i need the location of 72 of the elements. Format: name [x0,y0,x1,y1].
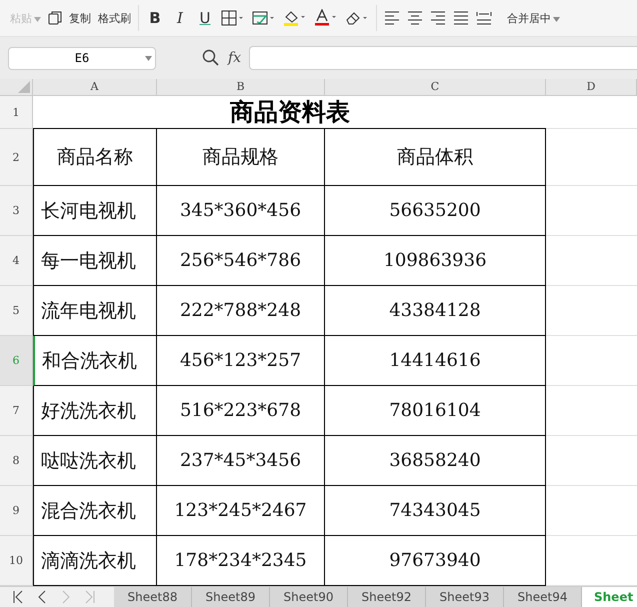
table-cell: 222*788*248 [157,286,325,336]
table-cell: 36858240 [325,436,546,486]
table-cell: 每一电视机 [33,236,157,286]
table-cell: 和合洗衣机 [33,336,157,386]
column-header[interactable]: C [325,79,546,96]
column-header[interactable]: D [546,79,637,96]
table-cell: 109863936 [325,236,546,286]
table-cell: 78016104 [325,386,546,436]
justify-icon[interactable] [453,11,469,25]
column-header[interactable]: A [33,79,157,96]
row-header[interactable]: 5 [0,286,33,336]
table-header-cell: 商品体积 [325,129,546,186]
table-cell: 56635200 [325,186,546,236]
row-header[interactable]: 4 [0,236,33,286]
table-header-cell: 商品名称 [33,129,157,186]
underline-button[interactable]: U [196,9,214,27]
sheet-tab[interactable]: Sheet92 [348,587,426,607]
row-header[interactable]: 9 [0,486,33,536]
caret-icon [553,16,560,22]
table-cell: 456*123*257 [157,336,325,386]
row-header[interactable]: 2 [0,129,33,186]
copy-icon[interactable] [48,11,62,25]
align-center-icon[interactable] [407,11,423,25]
zoom-icon[interactable] [202,49,220,67]
table-header-cell: 商品规格 [157,129,325,186]
row-header[interactable]: 10 [0,536,33,586]
triangle-icon [18,81,30,93]
table-cell: 43384128 [325,286,546,336]
format-painter-button[interactable]: 格式刷 [98,10,131,26]
sheet-tab[interactable]: Sheet89 [192,587,270,607]
table-cell: 74343045 [325,486,546,536]
row-header[interactable]: 1 [0,96,33,129]
sheet-tab[interactable]: Sheet90 [270,587,348,607]
conditional-format-icon[interactable] [252,10,276,26]
table-cell: 516*223*678 [157,386,325,436]
sheet-tab[interactable]: Sheet93 [426,587,504,607]
previous-sheet-icon[interactable] [36,590,48,604]
fill-color-icon[interactable] [283,9,307,27]
row-header[interactable]: 3 [0,186,33,236]
eraser-icon[interactable] [345,10,369,26]
sheet-tab[interactable]: Sheet [582,587,637,607]
column-header[interactable]: B [157,79,325,96]
copy-button[interactable]: 复制 [69,10,91,26]
formula-field[interactable] [249,46,637,70]
table-cell: 混合洗衣机 [33,486,157,536]
align-right-icon[interactable] [430,11,446,25]
table-cell: 237*45*3456 [157,436,325,486]
row-header[interactable]: 8 [0,436,33,486]
table-cell: 长河电视机 [33,186,157,236]
caret-icon [34,16,41,22]
merge-center-button[interactable]: 合并居中 [507,10,560,26]
sheet-title: 商品资料表 [33,96,547,129]
table-cell: 哒哒洗衣机 [33,436,157,486]
italic-button[interactable]: I [171,9,189,27]
name-box[interactable]: E6 [8,46,156,70]
align-left-icon[interactable] [384,11,400,25]
table-cell: 256*546*786 [157,236,325,286]
borders-icon[interactable] [221,10,245,26]
first-sheet-icon[interactable] [12,590,24,604]
fx-label[interactable]: fx [228,50,242,66]
bold-button[interactable]: B [146,9,164,27]
sheet-tab[interactable]: Sheet88 [114,587,192,607]
table-cell: 14414616 [325,336,546,386]
font-color-icon[interactable] [314,9,338,27]
table-cell: 流年电视机 [33,286,157,336]
row-header[interactable]: 7 [0,386,33,436]
sheet-tab[interactable]: Sheet94 [504,587,582,607]
table-cell: 好洗洗衣机 [33,386,157,436]
table-cell: 123*245*2467 [157,486,325,536]
caret-icon [145,56,152,60]
distributed-align-icon[interactable] [476,11,492,25]
table-cell: 345*360*456 [157,186,325,236]
